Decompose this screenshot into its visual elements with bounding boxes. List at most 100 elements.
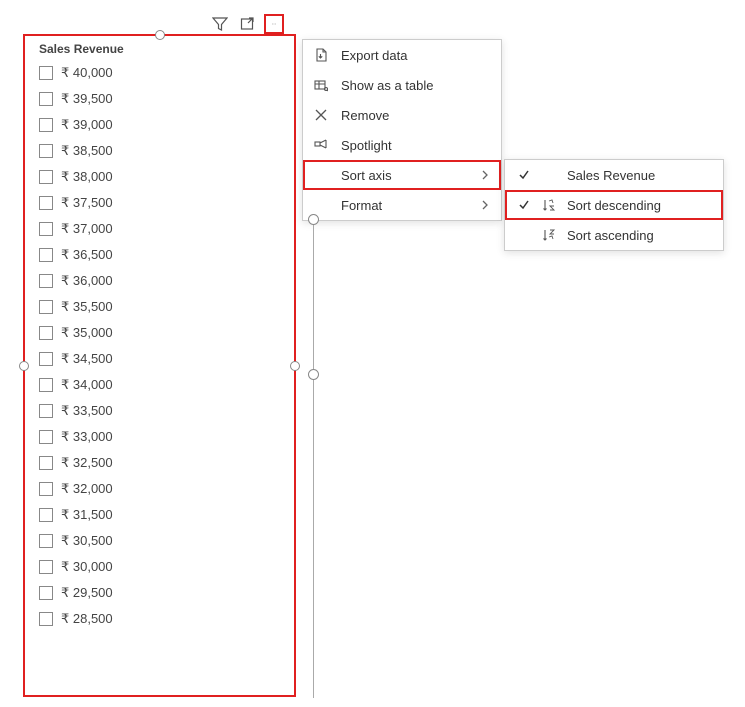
menu-item-remove[interactable]: Remove	[303, 100, 501, 130]
slicer-item[interactable]: ₹ 31,500	[37, 502, 286, 528]
checkbox-icon[interactable]	[39, 144, 53, 158]
slicer-item-label: ₹ 35,500	[61, 299, 113, 315]
spotlight-icon	[313, 137, 329, 153]
slicer-item[interactable]: ₹ 30,500	[37, 528, 286, 554]
blank-icon	[541, 167, 557, 183]
slicer-item[interactable]: ₹ 37,000	[37, 216, 286, 242]
blank-icon	[313, 167, 329, 183]
slicer-item-label: ₹ 37,000	[61, 221, 113, 237]
checkbox-icon[interactable]	[39, 586, 53, 600]
remove-icon	[313, 107, 329, 123]
submenu-item-label: Sort ascending	[567, 228, 711, 243]
handle-circle	[308, 214, 319, 225]
slicer-item[interactable]: ₹ 38,500	[37, 138, 286, 164]
checkbox-icon[interactable]	[39, 612, 53, 626]
slicer-item-label: ₹ 28,500	[61, 611, 113, 627]
checkbox-icon[interactable]	[39, 66, 53, 80]
resize-handle[interactable]	[290, 361, 300, 371]
menu-item-sort-axis[interactable]: Sort axis	[303, 160, 501, 190]
resize-handle[interactable]	[155, 30, 165, 40]
slicer-item[interactable]: ₹ 34,500	[37, 346, 286, 372]
chevron-right-icon	[479, 170, 491, 180]
menu-item-label: Remove	[341, 108, 491, 123]
checkbox-icon[interactable]	[39, 300, 53, 314]
slicer-item[interactable]: ₹ 34,000	[37, 372, 286, 398]
slicer-item[interactable]: ₹ 36,500	[37, 242, 286, 268]
menu-item-spotlight[interactable]: Spotlight	[303, 130, 501, 160]
slicer-item-label: ₹ 35,000	[61, 325, 113, 341]
menu-item-label: Show as a table	[341, 78, 491, 93]
checkbox-icon[interactable]	[39, 560, 53, 574]
slicer-item[interactable]: ₹ 30,000	[37, 554, 286, 580]
slicer-item[interactable]: ₹ 33,000	[37, 424, 286, 450]
checkbox-icon[interactable]	[39, 482, 53, 496]
filter-icon[interactable]	[210, 14, 230, 34]
checkbox-icon[interactable]	[39, 326, 53, 340]
checkbox-icon[interactable]	[39, 534, 53, 548]
slicer-item[interactable]: ₹ 35,500	[37, 294, 286, 320]
menu-item-export-data[interactable]: Export data	[303, 40, 501, 70]
slicer-item-label: ₹ 39,500	[61, 91, 113, 107]
slicer-item[interactable]: ₹ 38,000	[37, 164, 286, 190]
menu-item-label: Spotlight	[341, 138, 491, 153]
slicer-item[interactable]: ₹ 32,500	[37, 450, 286, 476]
submenu-item-label: Sort descending	[567, 198, 711, 213]
slicer-item-label: ₹ 32,500	[61, 455, 113, 471]
submenu-item-sort-ascending[interactable]: Sort ascending	[505, 220, 723, 250]
checkbox-icon[interactable]	[39, 352, 53, 366]
slicer-item-label: ₹ 38,500	[61, 143, 113, 159]
visual-header-toolbar	[210, 14, 284, 34]
slicer-item-label: ₹ 36,500	[61, 247, 113, 263]
slicer-item[interactable]: ₹ 29,500	[37, 580, 286, 606]
slicer-item[interactable]: ₹ 40,000	[37, 60, 286, 86]
slicer-item[interactable]: ₹ 39,000	[37, 112, 286, 138]
submenu-item-sales-revenue[interactable]: Sales Revenue	[505, 160, 723, 190]
export-data-icon	[313, 47, 329, 63]
sort-descending-icon	[541, 197, 557, 213]
slicer-item[interactable]: ₹ 28,500	[37, 606, 286, 632]
slicer-item-label: ₹ 34,500	[61, 351, 113, 367]
table-icon	[313, 77, 329, 93]
checkbox-icon[interactable]	[39, 274, 53, 288]
slicer-item[interactable]: ₹ 32,000	[37, 476, 286, 502]
slicer-item[interactable]: ₹ 37,500	[37, 190, 286, 216]
slicer-item[interactable]: ₹ 33,500	[37, 398, 286, 424]
slicer-item[interactable]: ₹ 36,000	[37, 268, 286, 294]
checkbox-icon[interactable]	[39, 170, 53, 184]
sort-ascending-icon	[541, 227, 557, 243]
menu-item-label: Export data	[341, 48, 491, 63]
blank-icon	[313, 197, 329, 213]
slicer-item-label: ₹ 30,500	[61, 533, 113, 549]
submenu-item-sort-descending[interactable]: Sort descending	[505, 190, 723, 220]
slicer-item-label: ₹ 37,500	[61, 195, 113, 211]
slicer-item-label: ₹ 33,000	[61, 429, 113, 445]
menu-item-show-as-table[interactable]: Show as a table	[303, 70, 501, 100]
checkbox-icon[interactable]	[39, 430, 53, 444]
checkbox-icon[interactable]	[39, 508, 53, 522]
menu-item-label: Format	[341, 198, 467, 213]
checkbox-icon[interactable]	[39, 248, 53, 262]
slicer-visual-frame: Sales Revenue ₹ 40,000 ₹ 39,500 ₹ 39,000…	[23, 34, 296, 697]
chevron-right-icon	[479, 200, 491, 210]
check-icon	[517, 169, 531, 181]
focus-mode-icon[interactable]	[238, 14, 258, 34]
checkbox-icon[interactable]	[39, 456, 53, 470]
slicer-item[interactable]: ₹ 39,500	[37, 86, 286, 112]
connector-line	[308, 214, 320, 698]
slicer-item-label: ₹ 40,000	[61, 65, 113, 81]
checkbox-icon[interactable]	[39, 378, 53, 392]
more-options-icon[interactable]	[264, 14, 284, 34]
checkbox-icon[interactable]	[39, 92, 53, 106]
slicer-item-label: ₹ 39,000	[61, 117, 113, 133]
resize-handle[interactable]	[19, 361, 29, 371]
slicer-item[interactable]: ₹ 35,000	[37, 320, 286, 346]
slicer-item-label: ₹ 36,000	[61, 273, 113, 289]
handle-circle	[308, 369, 319, 380]
checkbox-icon[interactable]	[39, 118, 53, 132]
context-menu: Export data Show as a table Remove Spotl…	[302, 39, 502, 221]
checkbox-icon[interactable]	[39, 222, 53, 236]
checkbox-icon[interactable]	[39, 404, 53, 418]
checkbox-icon[interactable]	[39, 196, 53, 210]
menu-item-format[interactable]: Format	[303, 190, 501, 220]
slicer-item-label: ₹ 33,500	[61, 403, 113, 419]
